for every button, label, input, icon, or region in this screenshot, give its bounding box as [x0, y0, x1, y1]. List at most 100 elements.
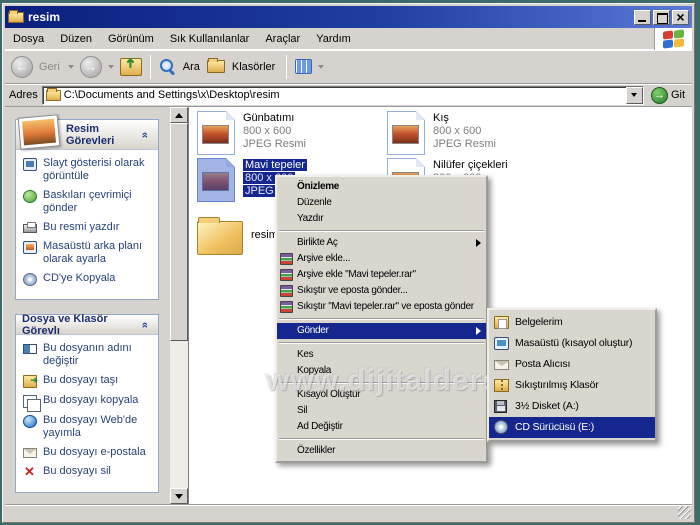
sidebar-scrollbar[interactable] — [170, 107, 188, 504]
titlebar[interactable]: resim — [5, 6, 692, 28]
scroll-up-icon[interactable] — [170, 107, 188, 123]
context-menu-item-kopyala[interactable]: Kopyala — [277, 363, 486, 379]
winrar-icon — [280, 301, 293, 313]
image-file-icon — [197, 111, 235, 155]
floppy-icon — [494, 400, 507, 413]
go-button[interactable]: → Git — [648, 86, 688, 104]
send-to-item-belgelerim[interactable]: Belgelerim — [489, 312, 655, 333]
task-print[interactable]: Bu resmi yazdır — [23, 221, 154, 234]
wallpaper-icon — [23, 241, 37, 254]
scrollbar-thumb[interactable] — [170, 123, 188, 341]
order-prints-icon — [23, 190, 37, 203]
task-publish-web[interactable]: Bu dosyayı Web'de yayımla — [23, 414, 154, 440]
folders-label[interactable]: Klasörler — [232, 61, 275, 73]
chevron-up-icon[interactable] — [138, 318, 152, 332]
task-move[interactable]: Bu dosyayı taşı — [23, 374, 154, 388]
task-delete[interactable]: Bu dosyayı sil — [23, 464, 154, 480]
file-type: JPEG Resmi — [433, 138, 496, 150]
copy-to-cd-icon — [23, 273, 37, 286]
file-dimensions: 800 x 600 — [433, 125, 482, 137]
menu-dosya[interactable]: Dosya — [5, 30, 52, 48]
forward-dropdown-icon[interactable] — [107, 64, 114, 69]
status-bar — [5, 504, 692, 520]
task-copy-to-cd[interactable]: CD'ye Kopyala — [23, 272, 154, 286]
picture-tasks-icon — [17, 114, 61, 150]
forward-button[interactable]: → — [79, 55, 102, 78]
send-to-item-masaustu[interactable]: Masaüstü (kısayol oluştur) — [489, 333, 655, 354]
folder-tile-resim[interactable]: resim — [197, 215, 278, 255]
window-folder-icon — [8, 9, 24, 23]
file-name: Mavi tepeler — [243, 159, 307, 171]
context-menu-item-yazdir[interactable]: Yazdır — [277, 211, 486, 227]
context-menu-item-arsive-ekle[interactable]: Arşive ekle... — [277, 251, 486, 267]
menu-gorunum[interactable]: Görünüm — [100, 30, 162, 48]
task-rename[interactable]: Bu dosyanın adını değiştir — [23, 342, 154, 368]
context-menu-item-sil[interactable]: Sil — [277, 403, 486, 419]
email-icon — [23, 448, 37, 458]
slideshow-icon — [23, 158, 37, 171]
file-folder-tasks-panel: Dosya ve Klasör Görevlı Bu dosyanın adın… — [15, 313, 159, 493]
context-menu-item-onizleme[interactable]: Önizleme — [277, 179, 486, 195]
context-menu-item-ozellikler[interactable]: Özellikler — [277, 443, 486, 459]
windows-logo — [654, 27, 692, 50]
address-input[interactable] — [60, 89, 626, 101]
task-order-prints[interactable]: Baskıları çevrimiçi gönder — [23, 189, 154, 215]
context-menu-item-sikistir-rar-eposta[interactable]: Sıkıştır "Mavi tepeler.rar" ve eposta gö… — [277, 299, 486, 315]
panel-title: Resim Görevleri — [66, 122, 115, 147]
menu-duzen[interactable]: Düzen — [52, 30, 100, 48]
context-menu-item-kes[interactable]: Kes — [277, 347, 486, 363]
folders-icon[interactable] — [206, 58, 225, 73]
task-pane-sidebar: Resim Görevleri Slayt gösterisi olarak g… — [5, 107, 170, 504]
toolbar-separator — [149, 54, 151, 79]
task-email[interactable]: Bu dosyayı e-postala — [23, 446, 154, 459]
winrar-icon — [280, 269, 293, 281]
task-copy[interactable]: Bu dosyayı kopyala — [23, 394, 154, 412]
menu-sik-kullanilanlar[interactable]: Sık Kullanılanlar — [162, 30, 258, 48]
menu-yardim[interactable]: Yardım — [308, 30, 359, 48]
context-menu-item-kisayol-olustur[interactable]: Kısayol Oluştur — [277, 387, 486, 403]
file-name: Nilüfer çiçekleri — [433, 159, 508, 171]
back-dropdown-icon[interactable] — [67, 64, 74, 69]
mail-recipient-icon — [494, 360, 509, 370]
address-dropdown-button[interactable] — [625, 86, 643, 104]
send-to-item-posta-alicisi[interactable]: Posta Alıcısı — [489, 354, 655, 375]
file-tile-gunbatimi[interactable]: Günbatımı 800 x 600 JPEG Resmi — [197, 111, 306, 155]
close-button[interactable] — [672, 9, 689, 25]
context-menu-item-sikistir-eposta[interactable]: Sıkıştır ve eposta gönder... — [277, 283, 486, 299]
task-slideshow[interactable]: Slayt gösterisi olarak görüntüle — [23, 157, 154, 183]
context-menu-item-ad-degistir[interactable]: Ad Değiştir — [277, 419, 486, 435]
context-menu-item-duzenle[interactable]: Düzenle — [277, 195, 486, 211]
search-label[interactable]: Ara — [183, 61, 200, 73]
context-menu-item-gonder[interactable]: Gönder — [277, 323, 486, 339]
context-menu-item-birlikte-ac[interactable]: Birlikte Aç — [277, 235, 486, 251]
views-icon[interactable] — [295, 59, 313, 74]
chevron-up-icon[interactable] — [138, 128, 152, 142]
context-menu-item-arsive-ekle-rar[interactable]: Arşive ekle "Mavi tepeler.rar" — [277, 267, 486, 283]
address-bar: Adres → Git — [5, 84, 692, 107]
up-button[interactable] — [119, 57, 142, 76]
zip-folder-icon — [494, 379, 509, 392]
send-to-item-disket[interactable]: 3½ Disket (A:) — [489, 396, 655, 417]
search-icon[interactable] — [159, 58, 176, 75]
winrar-icon — [280, 285, 293, 297]
send-to-item-sikistirilmis-klasor[interactable]: Sıkıştırılmış Klasör — [489, 375, 655, 396]
menu-araclar[interactable]: Araçlar — [257, 30, 308, 48]
send-to-item-cd-surucusu[interactable]: CD Sürücüsü (E:) — [489, 417, 655, 438]
back-button[interactable]: ← — [11, 55, 33, 78]
file-tile-kis[interactable]: Kış 800 x 600 JPEG Resmi — [387, 111, 496, 155]
resize-grip[interactable] — [678, 506, 691, 519]
task-wallpaper[interactable]: Masaüstü arka planı olarak ayarla — [23, 240, 154, 266]
panel-header[interactable]: Dosya ve Klasör Görevlı — [16, 313, 158, 337]
folder-icon — [197, 217, 243, 255]
views-dropdown-icon[interactable] — [318, 64, 325, 69]
minimize-button[interactable] — [634, 9, 651, 25]
address-combo[interactable] — [41, 85, 644, 105]
winrar-icon — [280, 253, 293, 265]
file-dimensions: 800 x 600 — [243, 125, 292, 137]
menu-separator — [279, 382, 484, 384]
maximize-button[interactable] — [653, 9, 670, 25]
cd-drive-icon — [494, 420, 508, 434]
scroll-down-icon[interactable] — [170, 488, 188, 504]
rename-icon — [23, 344, 37, 354]
menu-separator — [279, 342, 484, 344]
